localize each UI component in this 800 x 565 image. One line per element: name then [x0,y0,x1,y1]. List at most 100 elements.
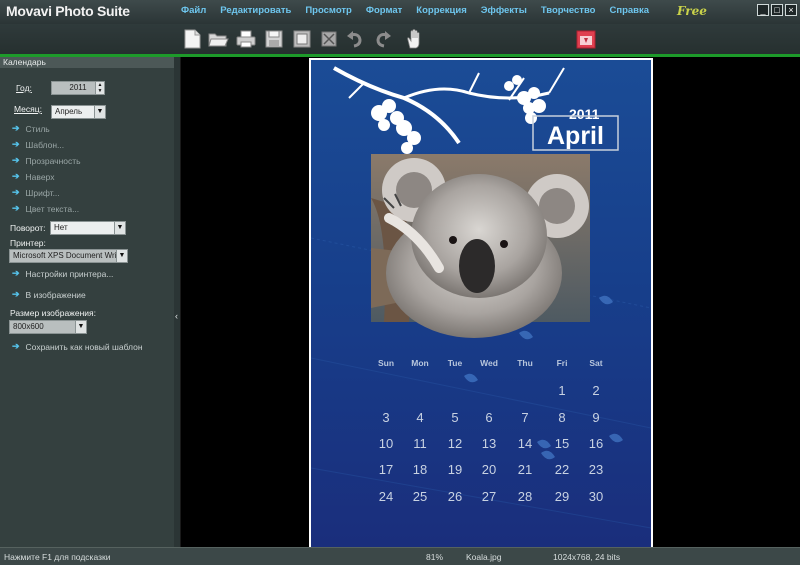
day-cell: 4 [416,410,423,425]
rotate-select[interactable]: Нет ▼ [50,221,126,235]
arrow-right-icon: ➔ [12,289,20,299]
arrow-right-icon: ➔ [12,268,20,278]
month-select[interactable]: Апрель ▼ [51,105,106,119]
window-controls: _ □ × [757,4,797,16]
open-folder-icon[interactable] [207,27,229,51]
year-spinner[interactable]: 2011 ▲ ▼ [51,81,105,95]
print-icon[interactable] [235,27,257,51]
title-bar: Movavi Photo Suite Файл Редактировать Пр… [0,0,800,24]
crop-icon[interactable] [318,27,340,51]
save-template-link[interactable]: ➔ Сохранить как новый шаблон [12,341,143,352]
new-file-icon[interactable] [181,27,203,51]
minimize-button[interactable]: _ [757,4,769,16]
day-cell: 21 [518,462,532,477]
chevron-down-icon[interactable]: ▼ [94,106,105,118]
printer-value: Microsoft XPS Document Writ [13,251,119,260]
menu-help[interactable]: Справка [609,5,649,16]
day-cell: 9 [592,410,599,425]
day-cell: 24 [379,489,393,504]
hand-icon[interactable] [404,27,426,51]
move-up-link[interactable]: ➔ Наверх [12,171,54,182]
menu-view[interactable]: Просмотр [305,5,352,16]
printer-settings-link[interactable]: ➔ Настройки принтера... [12,268,113,279]
menu-edit[interactable]: Редактировать [220,5,291,16]
calendar-icon[interactable] [575,27,597,51]
maximize-button[interactable]: □ [771,4,783,16]
day-cell: 6 [485,410,492,425]
calendar-panel: Календарь Год: 2011 ▲ ▼ Месяц: Апрель ▼ ➔… [0,57,174,547]
arrow-right-icon: ➔ [12,155,20,165]
day-cell: 25 [413,489,427,504]
koala-photo [371,154,590,338]
weekday-sat: Sat [589,358,602,368]
day-cell: 17 [379,462,393,477]
arrow-right-icon: ➔ [12,139,20,149]
redo-icon[interactable] [372,27,394,51]
status-bar: Нажмите F1 для подсказки 81% Koala.jpg 1… [0,547,800,565]
menu-bar: Файл Редактировать Просмотр Формат Корре… [181,5,663,16]
day-cell: 30 [589,489,603,504]
menu-creativity[interactable]: Творчество [541,5,596,16]
day-cell: 19 [448,462,462,477]
image-size-label: Размер изображения: [10,308,96,318]
save-icon[interactable] [263,27,285,51]
day-cell: 5 [451,410,458,425]
image-canvas[interactable]: 2011 April Sun Mon Tue Wed Thu Fri Sat 1… [180,57,800,549]
close-button[interactable]: × [785,4,797,16]
app-window: Movavi Photo Suite Файл Редактировать Пр… [0,0,800,565]
image-size-select[interactable]: 800x600 ▼ [9,320,87,334]
day-cell: 27 [482,489,496,504]
weekday-sun: Sun [378,358,394,368]
weekday-tue: Tue [448,358,463,368]
day-cell: 26 [448,489,462,504]
menu-correction[interactable]: Коррекция [416,5,466,16]
save-template-label: Сохранить как новый шаблон [25,341,143,352]
printer-select[interactable]: Microsoft XPS Document Writ ▼ [9,249,128,263]
printer-settings-label: Настройки принтера... [25,268,114,279]
menu-file[interactable]: Файл [181,5,206,16]
frame-icon[interactable] [291,27,313,51]
undo-icon[interactable] [344,27,366,51]
template-label: Шаблон... [25,139,65,150]
text-color-link[interactable]: ➔ Цвет текста... [12,203,79,214]
chevron-down-icon[interactable]: ▼ [116,250,127,262]
month-value: Апрель [55,107,83,116]
to-image-link[interactable]: ➔ В изображение [12,289,86,300]
status-zoom: 81% [426,552,444,562]
weekday-mon: Mon [411,358,428,368]
font-link[interactable]: ➔ Шрифт... [12,187,60,198]
status-hint: Нажмите F1 для подсказки [4,552,111,562]
arrow-right-icon: ➔ [12,203,20,213]
day-cell: 7 [521,410,528,425]
menu-format[interactable]: Формат [366,5,402,16]
rotate-label: Поворот: [10,223,46,233]
collapse-arrow-icon[interactable]: ‹ [175,311,178,321]
day-cell: 2 [592,383,599,398]
transparency-link[interactable]: ➔ Прозрачность [12,155,81,166]
calendar-page: 2011 April Sun Mon Tue Wed Thu Fri Sat 1… [309,58,653,549]
day-cell: 10 [379,436,393,451]
font-label: Шрифт... [25,187,60,198]
weekday-thu: Thu [517,358,533,368]
app-title: Movavi Photo Suite [6,3,130,19]
style-label: Стиль [25,123,50,134]
style-link[interactable]: ➔ Стиль [12,123,50,134]
day-cell: 15 [555,436,569,451]
template-link[interactable]: ➔ Шаблон... [12,139,64,150]
image-size-value: 800x600 [13,322,44,331]
year-spin-buttons[interactable]: ▲ ▼ [95,82,104,94]
day-cell: 12 [448,436,462,451]
day-cell: 29 [555,489,569,504]
arrow-right-icon: ➔ [12,187,20,197]
weekday-fri: Fri [557,358,568,368]
status-image-info: 1024x768, 24 bits [553,552,621,562]
free-badge: Free [677,4,707,18]
chevron-down-icon[interactable]: ▼ [114,222,125,234]
text-color-label: Цвет текста... [25,203,80,214]
day-cell: 11 [413,436,427,451]
day-cell: 18 [413,462,427,477]
chevron-down-icon[interactable]: ▼ [75,321,86,333]
weekday-wed: Wed [480,358,498,368]
panel-header: Календарь [0,57,174,68]
menu-effects[interactable]: Эффекты [481,5,527,16]
